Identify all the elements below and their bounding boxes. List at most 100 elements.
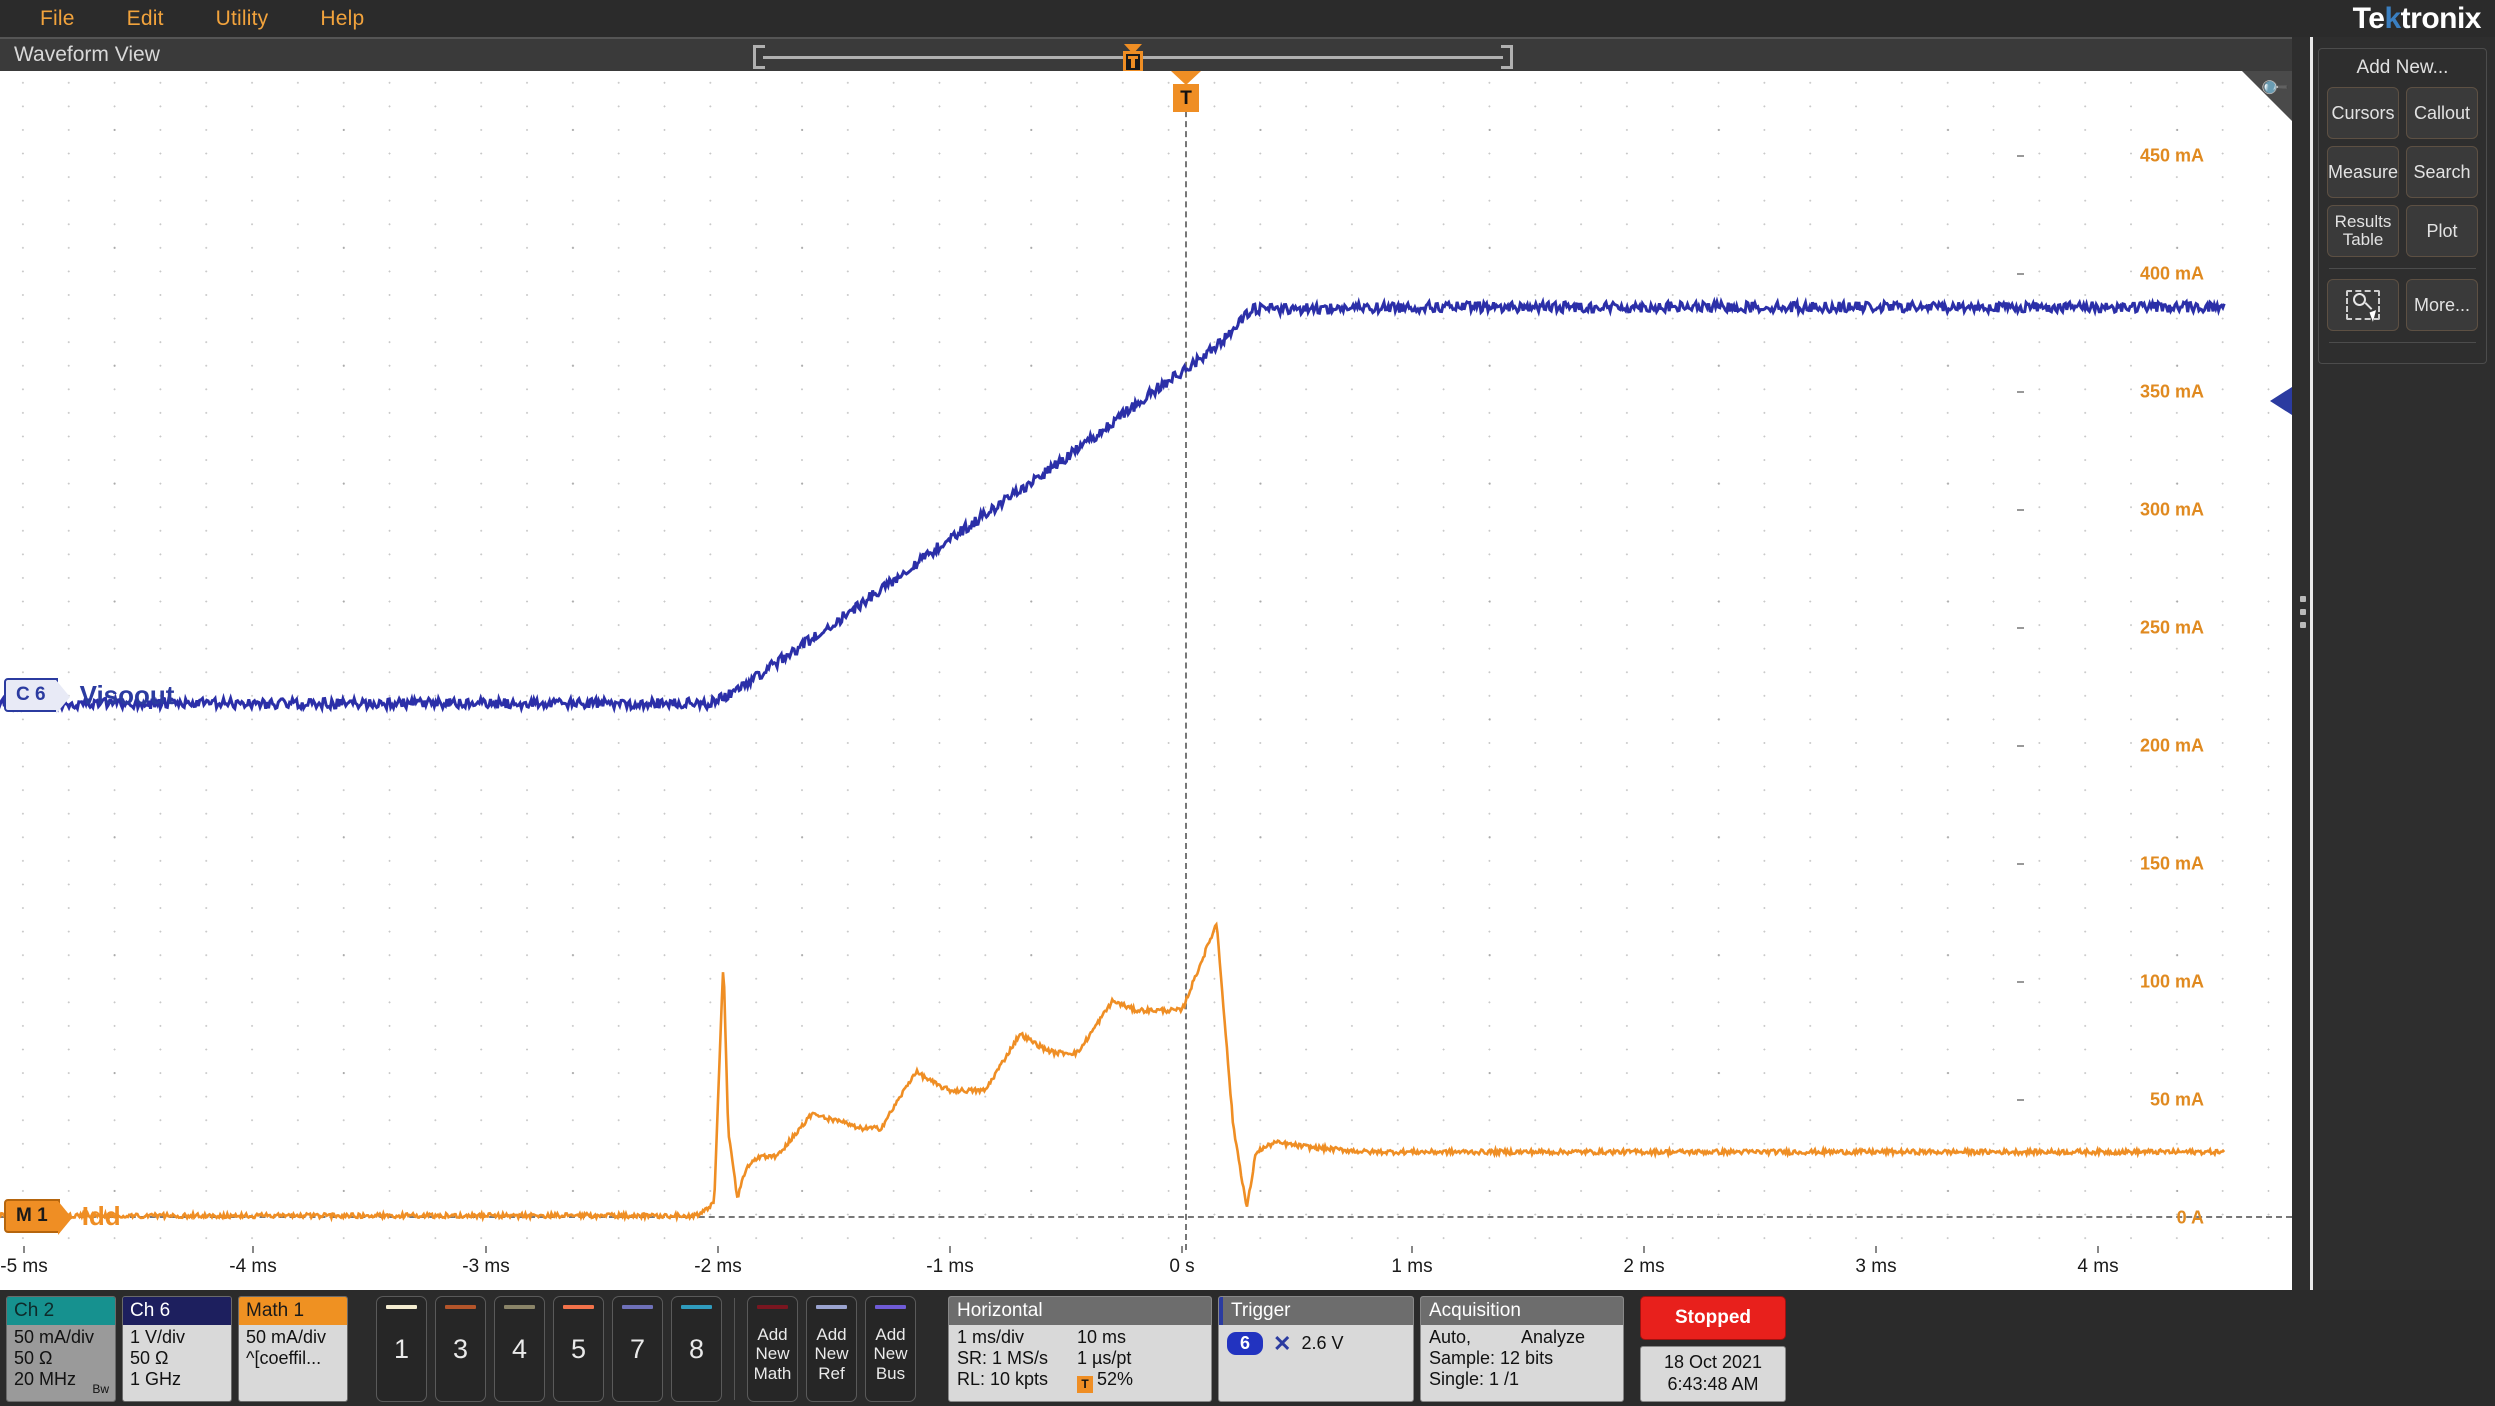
channel-button-3[interactable]: 3 <box>435 1296 486 1402</box>
trigger-settings-box[interactable]: Trigger 6 ✕ 2.6 V <box>1218 1296 1414 1402</box>
zoom-select-button[interactable] <box>2327 279 2399 331</box>
x-tick-label: -4 ms <box>229 1256 277 1277</box>
waveform-view-header: Waveform View <box>0 37 2292 73</box>
x-tick-label: -1 ms <box>926 1256 974 1277</box>
y-tick-label: 300 mA <box>2139 499 2204 520</box>
add-results-table-button[interactable]: Results Table <box>2327 205 2400 257</box>
trigger-triangle-icon <box>1171 71 1201 85</box>
menu-item-help[interactable]: Help <box>294 5 390 33</box>
bottom-bar-separator <box>734 1298 735 1400</box>
navigator-trigger-badge[interactable] <box>1123 51 1143 73</box>
datetime-display: 18 Oct 2021 6:43:48 AM <box>1640 1346 1786 1402</box>
channel-4-color-bar <box>504 1305 535 1309</box>
y-tick-label: 200 mA <box>2139 735 2204 756</box>
acquisition-settings-box[interactable]: Acquisition Auto, Analyze Sample: 12 bits… <box>1420 1296 1624 1402</box>
waveform-label-visoout: Visoout <box>79 679 175 710</box>
channel-button-1[interactable]: 1 <box>376 1296 427 1402</box>
channel-marker-m1-tag[interactable]: M 1 <box>4 1199 72 1235</box>
x-tick-label: 3 ms <box>1855 1256 1897 1277</box>
add-new-ref-label: Add New Ref <box>814 1325 849 1383</box>
x-axis-labels: -5 ms -4 ms -3 ms -2 ms -1 ms 0 s 1 ms 2… <box>0 1246 2292 1292</box>
trace-visoout <box>0 296 2226 714</box>
ch6-scale: 1 V/div <box>130 1327 186 1347</box>
logo-part2: tronix <box>2400 2 2482 35</box>
horizontal-settings-box[interactable]: Horizontal 1 ms/div 10 ms SR: 1 MS/s 1 µs/… <box>948 1296 1212 1402</box>
inactive-channel-buttons: 1 3 4 5 7 8 Add New Math Add New Ref Add… <box>376 1296 916 1402</box>
horizontal-trigger-pos-icon: T <box>1077 1376 1093 1394</box>
trigger-position-marker[interactable]: T <box>1169 71 1203 117</box>
waveform-plot-area[interactable]: 450 mA 400 mA 350 mA 300 mA 250 mA 200 m… <box>0 71 2292 1250</box>
waveform-traces <box>0 296 2226 1223</box>
add-cursors-button[interactable]: Cursors <box>2327 87 2400 139</box>
add-measure-button[interactable]: Measure <box>2327 146 2400 198</box>
add-new-math-button[interactable]: Add New Math <box>747 1296 798 1402</box>
channel-badge-ch6[interactable]: Ch 6 1 V/div 50 Ω 1 GHz <box>122 1296 232 1402</box>
acquisition-sample: Sample: 12 bits <box>1429 1347 1554 1368</box>
trigger-body: 6 ✕ 2.6 V <box>1219 1325 1413 1401</box>
waveform-label-idd: Idd <box>81 1200 121 1231</box>
add-new-ref-button[interactable]: Add New Ref <box>806 1296 857 1402</box>
channel-7-color-bar <box>622 1305 653 1309</box>
ch2-bw-suffix: Bw <box>92 1382 109 1397</box>
channel-8-color-bar <box>681 1305 712 1309</box>
horizontal-title: Horizontal <box>949 1297 1211 1325</box>
add-callout-button[interactable]: Callout <box>2406 87 2478 139</box>
navigator-left-bracket[interactable] <box>753 45 765 69</box>
record-navigator[interactable] <box>753 44 1513 73</box>
channel-marker-c6-tag[interactable]: C 6 <box>4 678 70 714</box>
channel-badge-ch2[interactable]: Ch 2 50 mA/div 50 Ω 20 MHz Bw <box>6 1296 116 1402</box>
channel-marker-m1[interactable]: M 1 Idd <box>4 1199 121 1235</box>
horizontal-scale: 1 ms/div <box>957 1327 1025 1347</box>
math1-expression: ^[coeffil... <box>246 1347 322 1368</box>
channel-3-label: 3 <box>452 1333 469 1364</box>
add-new-title: Add New... <box>2356 57 2449 78</box>
channel-button-5[interactable]: 5 <box>553 1296 604 1402</box>
trace-idd <box>0 921 2226 1223</box>
add-bus-color-bar <box>875 1305 906 1309</box>
menu-item-edit[interactable]: Edit <box>101 5 190 33</box>
add-new-button-grid-secondary: More... <box>2327 279 2478 331</box>
panel-resize-handle[interactable] <box>2298 593 2308 631</box>
add-search-button[interactable]: Search <box>2406 146 2478 198</box>
status-time: 6:43:48 AM <box>1667 1374 1759 1394</box>
add-more-button[interactable]: More... <box>2406 279 2478 331</box>
y-tick-label: 0 A <box>2176 1207 2204 1228</box>
channel-button-7[interactable]: 7 <box>612 1296 663 1402</box>
run-stop-status-button[interactable]: Stopped <box>1640 1296 1786 1340</box>
x-tick-label: 0 s <box>1169 1256 1195 1277</box>
add-new-bus-button[interactable]: Add New Bus <box>865 1296 916 1402</box>
navigator-right-bracket[interactable] <box>1501 45 1513 69</box>
channel-5-color-bar <box>563 1305 594 1309</box>
add-math-color-bar <box>757 1305 788 1309</box>
panel-edge-divider <box>2310 37 2313 1290</box>
math1-scale: 50 mA/div <box>246 1327 327 1347</box>
x-tick-label: 1 ms <box>1391 1256 1433 1277</box>
channel-1-label: 1 <box>393 1333 410 1364</box>
trigger-level: 2.6 V <box>1301 1333 1344 1354</box>
add-plot-button[interactable]: Plot <box>2406 205 2478 257</box>
menu-item-file[interactable]: File <box>14 5 101 33</box>
x-tick-label: -3 ms <box>462 1256 510 1277</box>
channel-badge-ch2-body: 50 mA/div 50 Ω 20 MHz Bw <box>7 1325 115 1401</box>
y-tick-label: 100 mA <box>2139 971 2204 992</box>
channel-button-4[interactable]: 4 <box>494 1296 545 1402</box>
add-new-box: Add New... Cursors Callout Measure Searc… <box>2318 48 2487 364</box>
channel-badge-math1[interactable]: Math 1 50 mA/div ^[coeffil... <box>238 1296 348 1402</box>
acquisition-mode: Auto, <box>1429 1327 1472 1347</box>
channel-marker-c6[interactable]: C 6 Visoout <box>4 678 175 714</box>
horizontal-sample-rate: SR: 1 MS/s <box>957 1347 1049 1368</box>
channel-button-8[interactable]: 8 <box>671 1296 722 1402</box>
add-ref-color-bar <box>816 1305 847 1309</box>
y-axis-labels: 450 mA 400 mA 350 mA 300 mA 250 mA 200 m… <box>2017 71 2284 1250</box>
ch2-scale: 50 mA/div <box>14 1327 95 1347</box>
channel-badge-ch2-header: Ch 2 <box>7 1297 115 1325</box>
horizontal-resolution: 1 µs/pt <box>1077 1347 1132 1368</box>
trigger-source-chip: 6 <box>1227 1332 1264 1356</box>
channel-reference-cursor-icon[interactable] <box>2270 387 2292 415</box>
tektronix-logo: Tektronix <box>2353 2 2482 36</box>
channel-badge-ch6-body: 1 V/div 50 Ω 1 GHz <box>123 1325 231 1401</box>
y-tick-label: 450 mA <box>2139 145 2204 166</box>
trigger-edge-icon: ✕ <box>1273 1331 1292 1356</box>
menu-item-utility[interactable]: Utility <box>190 5 295 33</box>
x-tick-label: -5 ms <box>0 1256 48 1277</box>
